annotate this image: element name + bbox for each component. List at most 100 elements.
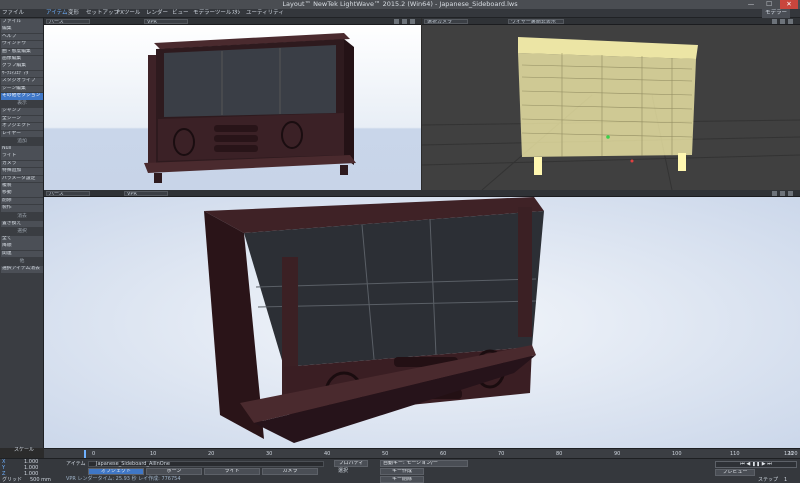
view-mode-select[interactable]: パース (46, 19, 90, 24)
menu-setup[interactable]: セットアップ (86, 9, 119, 18)
view-mode-select[interactable]: パース (46, 191, 90, 196)
item-label: アイテム (66, 461, 86, 467)
grid-value[interactable]: 500 mm (30, 477, 51, 483)
sidebar-button[interactable]: Null (1, 146, 43, 153)
timeline-tick-label: 50 (382, 451, 389, 457)
render-mode-select[interactable]: VPR (124, 191, 168, 196)
sidebar-button[interactable]: 移動 (1, 190, 43, 197)
sidebar-button[interactable]: ヘルプ (1, 33, 43, 41)
timeline-tick-label: 100 (672, 451, 682, 457)
sidebar-button[interactable]: その他セクション (1, 93, 43, 100)
move-view-icon[interactable] (780, 191, 785, 196)
sidebar-button[interactable]: 選択アイテム消去 (1, 266, 43, 273)
viewport-bottom[interactable] (44, 197, 800, 448)
sidebar-button[interactable]: 置き換え (1, 220, 43, 228)
sidebar-button[interactable]: 関連 (1, 250, 43, 258)
timeline-end-value[interactable]: 120 (784, 451, 794, 457)
tab-bones[interactable]: ボーン (146, 468, 202, 475)
sidebar-button[interactable]: レイヤー (1, 130, 43, 138)
scale-label: スケール (14, 447, 35, 453)
render-mode-select[interactable]: VPR (144, 19, 188, 24)
properties-button[interactable]: プロパティ (334, 460, 368, 467)
timeline-tick-label: 80 (556, 451, 563, 457)
viewport-top-left[interactable] (44, 25, 421, 190)
menu-render[interactable]: レンダー (146, 9, 168, 18)
timeline-tick-label: 20 (208, 451, 215, 457)
sidebar-button[interactable]: ファイル (1, 19, 43, 26)
sidebar-button[interactable]: ライト (1, 153, 43, 160)
sidebar-section-header: 追加 (17, 139, 27, 144)
timeline-tick-label: 40 (324, 451, 331, 457)
view-mode-select[interactable]: 選択カメラ (424, 19, 468, 24)
move-view-icon[interactable] (402, 19, 407, 24)
close-button[interactable]: ✕ (780, 0, 798, 9)
sidebar-button[interactable]: 画像編集 (1, 56, 43, 63)
menu-file[interactable]: ファイル (2, 9, 24, 18)
tab-cameras[interactable]: カメラ (262, 468, 318, 475)
item-select[interactable]: Japanese_Sideboard_AllInOne (96, 461, 170, 467)
sidebar-button[interactable]: ウィンドウ (1, 41, 43, 48)
sidebar-button[interactable]: 特殊追加 (1, 168, 43, 175)
modeler-button[interactable]: モデラー (762, 9, 791, 18)
timeline-tick-label: 10 (150, 451, 157, 457)
sidebar-section-header: 選択 (17, 229, 27, 234)
menu-modeler-tools[interactable]: モデラーツール (193, 9, 231, 18)
menu-utilities[interactable]: ユーティリティ (246, 9, 284, 18)
sidebar-button[interactable]: オブジェクト (1, 123, 43, 130)
menu-item[interactable]: アイテム (46, 9, 67, 18)
window-title: Layout™ NewTek LightWave™ 2015.2 (Win64)… (282, 0, 518, 8)
sidebar-button[interactable]: 全シーン (1, 115, 43, 123)
tab-lights[interactable]: ライト (204, 468, 260, 475)
timeline-tick-label: 90 (614, 451, 621, 457)
render-preview-sideboard-large (44, 197, 800, 448)
sidebar-button[interactable]: カメラ (1, 160, 43, 168)
maximize-view-icon[interactable] (788, 191, 793, 196)
maximize-button[interactable]: ☐ (760, 0, 778, 9)
select-label[interactable]: 選択 (338, 468, 348, 474)
sidebar-button[interactable]: シャンフ (1, 108, 43, 115)
menu-fx[interactable]: FXツール (117, 9, 140, 18)
sidebar-button[interactable]: ｻｰﾌｪｲｽｴﾃﾞｨﾀ (1, 70, 43, 78)
render-preview-sideboard (44, 25, 421, 190)
title-bar: Layout™ NewTek LightWave™ 2015.2 (Win64)… (0, 0, 800, 9)
render-mode-select[interactable]: ワイヤー裏面非表示 (508, 19, 564, 24)
sidebar-button[interactable]: シーン編集 (1, 85, 43, 93)
preview-button[interactable]: プレビュー (715, 469, 755, 476)
sidebar-section-header: 他 (19, 259, 25, 265)
camera-icon[interactable] (772, 191, 777, 196)
menu-view[interactable]: ビュー (172, 9, 189, 18)
wireframe-sideboard (422, 25, 800, 190)
sidebar-button[interactable]: パラメータ設定 (1, 175, 43, 183)
sidebar-section-header: 消去 (17, 213, 27, 219)
step-label: ステップ (758, 477, 779, 483)
vpr-status: VPR レンダータイム: 25.93 秒 レイ作成: 776754 (66, 476, 181, 482)
step-value[interactable]: 1 (784, 477, 787, 483)
sidebar-section-header: 表示 (17, 101, 27, 107)
menu-stack[interactable]: ｽﾀｼ (232, 9, 240, 18)
sidebar-button[interactable]: グラフ編集 (1, 63, 43, 70)
viewport-header-top-right: 選択カメラ ワイヤー裏面非表示 (422, 18, 800, 25)
minimize-button[interactable]: — (742, 0, 760, 9)
tab-objects[interactable]: オブジェクト (88, 468, 144, 475)
transport-controls[interactable]: ⏮ ◀ ❚❚ ▶ ⏭ (715, 461, 797, 468)
maximize-view-icon[interactable] (788, 19, 793, 24)
sidebar-button[interactable]: 曲・態度編集 (1, 48, 43, 56)
sidebar-button[interactable]: 削除 (1, 197, 43, 205)
viewport-top-right[interactable] (422, 25, 800, 190)
delete-key-button[interactable]: キー削除 (380, 476, 424, 483)
sidebar-button[interactable]: 編集 (1, 26, 43, 33)
menu-modify[interactable]: 変形 (68, 9, 79, 18)
sidebar-button[interactable]: 複製 (1, 183, 43, 190)
auto-key-toggle[interactable]: 自動キー: モーション/ー (380, 460, 468, 467)
camera-icon[interactable] (772, 19, 777, 24)
sidebar-button[interactable]: 製作 (1, 205, 43, 212)
sidebar-button[interactable]: スタジオライブ (1, 78, 43, 85)
toolbar-sidebar: ファイル 編集 ヘルプ ウィンドウ 曲・態度編集 画像編集 グラフ編集 ｻｰﾌｪｲｽｴﾃﾞｨﾀ… (0, 18, 44, 448)
sidebar-button[interactable]: 全て (1, 236, 43, 243)
sidebar-button[interactable]: 降順 (1, 243, 43, 250)
move-view-icon[interactable] (780, 19, 785, 24)
create-key-button[interactable]: キー作成 (380, 468, 424, 475)
camera-icon[interactable] (394, 19, 399, 24)
maximize-view-icon[interactable] (410, 19, 415, 24)
viewport-header-top-left: パース VPR (44, 18, 421, 25)
